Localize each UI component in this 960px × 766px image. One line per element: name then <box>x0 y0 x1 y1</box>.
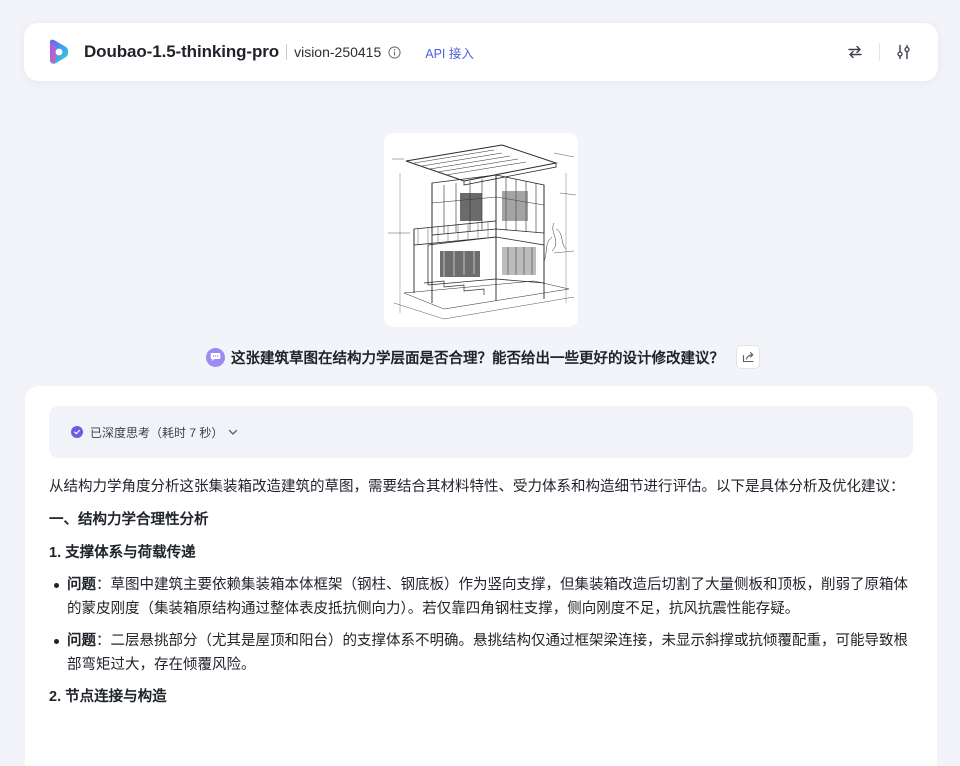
settings-button[interactable] <box>892 40 916 64</box>
check-circle-icon <box>71 426 83 438</box>
doubao-logo-icon <box>50 39 69 64</box>
subsection-heading: 1. 支撑体系与荷载传递 <box>49 545 196 561</box>
answer-intro: 从结构力学角度分析这张集装箱改造建筑的草图，需要结合其材料特性、受力体系和构造细… <box>49 479 905 495</box>
subsection-heading: 2. 节点连接与构造 <box>49 689 167 705</box>
swap-icon <box>848 45 862 59</box>
list-item: 问题：草图中建筑主要依赖集装箱本体框架（钢柱、钢底板）作为竖向支撑，但集装箱改造… <box>49 573 913 621</box>
model-name[interactable]: Doubao-1.5-thinking-pro <box>84 42 279 62</box>
top-bar: Doubao-1.5-thinking-pro vision-250415 AP… <box>24 23 938 81</box>
share-icon <box>742 352 754 363</box>
section-heading: 一、结构力学合理性分析 <box>49 512 209 528</box>
model-version: vision-250415 <box>294 44 382 60</box>
thinking-label: 已深度思考（耗时 7 秒） <box>90 425 224 440</box>
sliders-icon <box>897 44 910 60</box>
uploaded-image[interactable] <box>384 133 578 327</box>
share-button[interactable] <box>736 345 760 369</box>
toolbar-divider <box>879 43 880 61</box>
info-icon[interactable] <box>388 45 401 59</box>
answer-content: 从结构力学角度分析这张集装箱改造建筑的草图，需要结合其材料特性、受力体系和构造细… <box>49 458 913 709</box>
question-text: 这张建筑草图在结构力学层面是否合理？能否给出一些更好的设计修改建议？ <box>231 350 724 367</box>
list-item: 问题：二层悬挑部分（尤其是屋顶和阳台）的支撑体系不明确。悬挑结构仅通过框架梁连接… <box>49 629 913 677</box>
architecture-sketch-image <box>384 133 578 327</box>
swap-button[interactable] <box>843 40 867 64</box>
api-access-link[interactable]: API 接入 <box>425 43 474 62</box>
user-question: 这张建筑草图在结构力学层面是否合理？能否给出一些更好的设计修改建议？ <box>206 344 760 370</box>
thinking-toggle[interactable]: 已深度思考（耗时 7 秒） <box>49 406 913 458</box>
bullet-text: ：草图中建筑主要依赖集装箱本体框架（钢柱、钢底板）作为竖向支撑，但集装箱改造后切… <box>67 577 908 617</box>
bullet-label: 问题 <box>67 633 96 649</box>
answer-card: 已深度思考（耗时 7 秒） 从结构力学角度分析这张集装箱改造建筑的草图，需要结合… <box>25 386 937 766</box>
toolbar-actions <box>843 40 916 64</box>
title-divider <box>286 44 288 60</box>
bullet-label: 问题 <box>67 577 96 593</box>
chevron-down-icon <box>229 429 238 435</box>
chat-bubble-icon <box>206 347 225 367</box>
bullet-text: ：二层悬挑部分（尤其是屋顶和阳台）的支撑体系不明确。悬挑结构仅通过框架梁连接，未… <box>67 633 908 673</box>
